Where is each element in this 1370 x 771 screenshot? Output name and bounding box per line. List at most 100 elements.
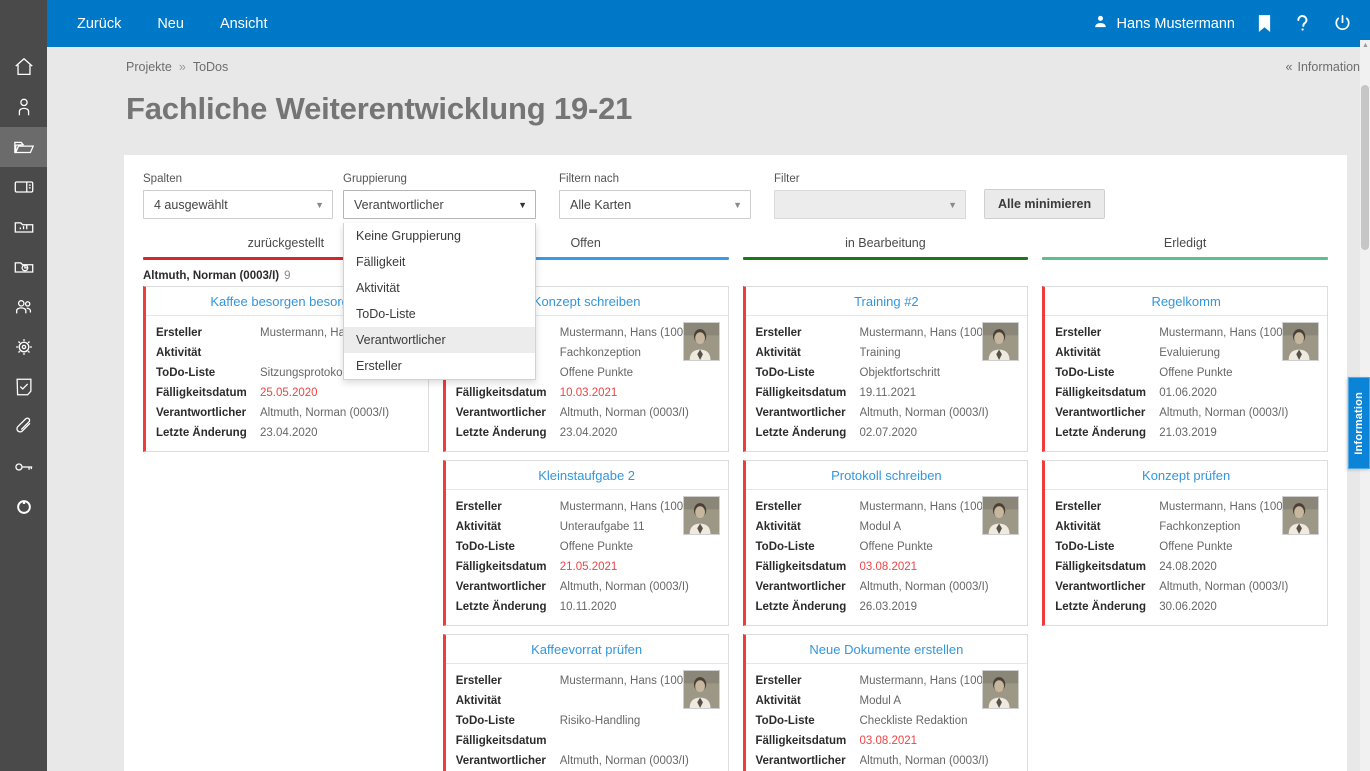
sidebar-item-ziele[interactable]: [0, 327, 47, 367]
card-field-faelligkeitsdatum: Fälligkeitsdatum10.03.2021: [456, 383, 720, 403]
card-field-value: Altmuth, Norman (0003/I): [560, 577, 689, 597]
todo-card[interactable]: Kleinstaufgabe 2ErstellerMustermann, Han…: [443, 460, 729, 626]
chevron-left-icon: «: [1286, 60, 1293, 74]
sidebar-item-team[interactable]: [0, 287, 47, 327]
card-field-value: 03.08.2021: [860, 557, 918, 577]
information-side-tab[interactable]: Information: [1348, 377, 1370, 469]
chevron-down-icon: ▼: [948, 200, 957, 210]
user-icon: [1093, 14, 1108, 33]
filtern-nach-value: Alle Karten: [570, 198, 727, 212]
filtern-nach-field: Filtern nach Alle Karten ▼: [559, 173, 751, 219]
card-field-label: Verantwortlicher: [756, 577, 860, 597]
nav-ansicht[interactable]: Ansicht: [220, 16, 268, 32]
card-body: ErstellerMustermann, Hans (1001/I)Aktivi…: [746, 664, 1028, 771]
people-icon: [13, 296, 35, 318]
sidebar-item-anhaenge[interactable]: [0, 407, 47, 447]
nav-neu[interactable]: Neu: [157, 16, 184, 32]
card-title[interactable]: Regelkomm: [1045, 287, 1327, 316]
card-field-value: Altmuth, Norman (0003/I): [1159, 577, 1288, 597]
card-field-aktivitaet: AktivitätModul A: [756, 517, 1020, 537]
nav-zurueck[interactable]: Zurück: [77, 16, 121, 32]
dropdown-option-todo-liste[interactable]: ToDo-Liste: [344, 301, 535, 327]
dropdown-option-keine-gruppierung[interactable]: Keine Gruppierung: [344, 223, 535, 249]
card-field-verantwortlicher: VerantwortlicherAltmuth, Norman (0003/I): [456, 577, 720, 597]
filter-select[interactable]: ▼: [774, 190, 966, 219]
top-nav-menu: Zurück Neu Ansicht: [47, 16, 268, 32]
card-field-label: Verantwortlicher: [1055, 403, 1159, 423]
bookmark-icon[interactable]: [1257, 14, 1272, 33]
gruppierung-dropdown-menu[interactable]: Keine Gruppierung Fälligkeit Aktivität T…: [343, 223, 536, 380]
card-field-value: Mustermann, Hans (1001/I): [1159, 323, 1299, 343]
card-field-label: Fälligkeitsdatum: [156, 383, 260, 403]
card-field-label: Verantwortlicher: [756, 403, 860, 423]
sidebar-item-rechte[interactable]: [0, 447, 47, 487]
card-field-label: Ersteller: [756, 671, 860, 691]
gruppierung-label: Gruppierung: [343, 173, 536, 185]
card-body: ErstellerMustermann, Hans (1001/I)Aktivi…: [746, 490, 1028, 625]
dropdown-option-aktivitaet[interactable]: Aktivität: [344, 275, 535, 301]
sidebar-item-todos[interactable]: [0, 367, 47, 407]
spalten-select[interactable]: 4 ausgewählt ▼: [143, 190, 333, 219]
card-field-label: Aktivität: [756, 517, 860, 537]
todo-card[interactable]: Training #2 ErstellerMustermann, Hans (10…: [743, 286, 1029, 452]
column-header-in-bearbeitung: in Bearbeitung: [743, 236, 1029, 260]
todo-card[interactable]: Protokoll schreibenErstellerMustermann, …: [743, 460, 1029, 626]
card-field-letzte_aenderung: Letzte Änderung21.03.2019: [1055, 423, 1319, 443]
column-rule: [1042, 257, 1328, 260]
todo-card[interactable]: Kaffeevorrat prüfenErstellerMustermann, …: [443, 634, 729, 771]
information-toggle-link[interactable]: «Information: [1286, 60, 1360, 74]
sidebar-item-projekte[interactable]: [0, 127, 47, 167]
card-field-value: Mustermann, Hans (1001/I): [860, 323, 1000, 343]
card-field-verantwortlicher: VerantwortlicherAltmuth, Norman (0003/I): [1055, 403, 1319, 423]
breadcrumb-item-todos[interactable]: ToDos: [193, 60, 228, 74]
sidebar-item-auswertungen[interactable]: [0, 207, 47, 247]
left-sidebar: [0, 0, 47, 771]
filtern-nach-select[interactable]: Alle Karten ▼: [559, 190, 751, 219]
dropdown-option-faelligkeit[interactable]: Fälligkeit: [344, 249, 535, 275]
card-field-label: Fälligkeitsdatum: [756, 557, 860, 577]
gruppierung-select[interactable]: Verantwortlicher ▼: [343, 190, 536, 219]
todo-card[interactable]: Neue Dokumente erstellenErstellerMusterm…: [743, 634, 1029, 771]
dropdown-option-verantwortlicher[interactable]: Verantwortlicher: [344, 327, 535, 353]
card-title[interactable]: Kaffeevorrat prüfen: [446, 635, 728, 664]
power-icon[interactable]: [1333, 14, 1352, 33]
sidebar-item-home[interactable]: [0, 47, 47, 87]
card-field-value: 23.04.2020: [260, 423, 318, 443]
user-menu[interactable]: Hans Mustermann: [1093, 14, 1235, 33]
todo-card[interactable]: Regelkomm ErstellerMustermann, Hans (1001…: [1042, 286, 1328, 452]
sidebar-item-panel[interactable]: [0, 167, 47, 207]
card-field-value: Checkliste Redaktion: [860, 711, 968, 731]
group-label-text: Altmuth, Norman (0003/I): [143, 270, 279, 282]
sidebar-item-berichte[interactable]: [0, 247, 47, 287]
card-body: ErstellerMustermann, Hans (1001/I)Aktivi…: [446, 490, 728, 625]
card-title[interactable]: Neue Dokumente erstellen: [746, 635, 1028, 664]
card-field-todo_liste: ToDo-ListeRisiko-Handling: [456, 711, 720, 731]
card-field-verantwortlicher: VerantwortlicherAltmuth, Norman (0003/I): [1055, 577, 1319, 597]
card-field-label: Ersteller: [1055, 323, 1159, 343]
help-icon[interactable]: [1294, 14, 1311, 33]
card-field-label: Letzte Änderung: [756, 423, 860, 443]
card-field-ersteller: ErstellerMustermann, Hans (1001/I): [756, 671, 1020, 691]
card-title[interactable]: Protokoll schreiben: [746, 461, 1028, 490]
card-field-label: Letzte Änderung: [1055, 423, 1159, 443]
card-title[interactable]: Konzept prüfen: [1045, 461, 1327, 490]
card-title[interactable]: Training #2: [746, 287, 1028, 316]
alle-minimieren-button[interactable]: Alle minimieren: [984, 189, 1105, 219]
card-field-faelligkeitsdatum: Fälligkeitsdatum25.05.2020: [156, 383, 420, 403]
folder-pie-icon: [13, 256, 35, 278]
scroll-up-arrow[interactable]: ▲: [1362, 42, 1369, 49]
sidebar-item-einstellungen[interactable]: [0, 487, 47, 527]
todo-card[interactable]: Konzept prüfenErstellerMustermann, Hans …: [1042, 460, 1328, 626]
card-field-value: Mustermann, Hans (1001/I): [1159, 497, 1299, 517]
card-field-aktivitaet: AktivitätFachkonzeption: [1055, 517, 1319, 537]
card-field-value: 24.08.2020: [1159, 557, 1217, 577]
dropdown-option-ersteller[interactable]: Ersteller: [344, 353, 535, 379]
column-rule: [743, 257, 1029, 260]
scrollbar-thumb[interactable]: [1361, 85, 1369, 250]
card-field-ersteller: ErstellerMustermann, Hans (1001/I): [756, 323, 1020, 343]
card-field-verantwortlicher: VerantwortlicherAltmuth, Norman (0003/I): [756, 751, 1020, 771]
lane-erledigt: RegelkommErstellerMustermann, Hans (1001…: [1042, 286, 1328, 771]
breadcrumb-item-projekte[interactable]: Projekte: [126, 60, 172, 74]
card-title[interactable]: Kleinstaufgabe 2: [446, 461, 728, 490]
sidebar-item-person[interactable]: [0, 87, 47, 127]
